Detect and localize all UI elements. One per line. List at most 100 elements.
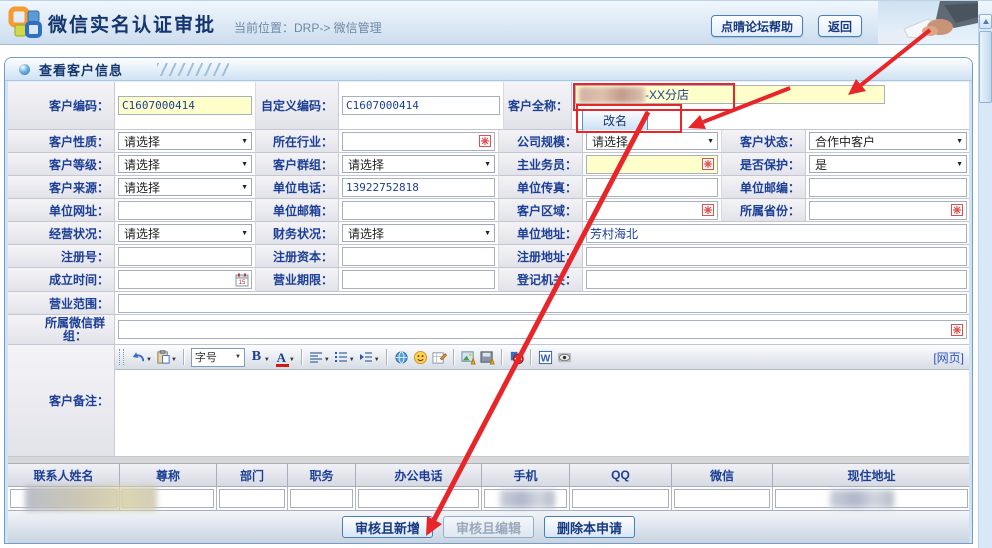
delete-request-button[interactable]: 删除本申请 [544,516,635,538]
contact-name-input[interactable] [10,489,117,508]
reg-capital-input[interactable] [342,247,495,266]
scrollbar-thumb[interactable] [979,31,992,103]
wechat-group-input[interactable] [118,320,967,339]
clear-wechat-group-icon[interactable] [951,324,963,336]
clear-salesman-icon[interactable] [702,158,714,170]
col-qq: QQ [570,463,672,487]
address-label: 单位地址： [499,222,583,245]
handshake-banner-image [878,1,978,44]
reg-number-label: 注册号： [8,245,115,268]
emoticon-icon[interactable] [411,348,430,367]
chevron-down-icon: ▼ [241,230,248,237]
wechat-input[interactable] [674,489,770,508]
province-input[interactable] [809,201,967,220]
industry-input[interactable] [342,132,495,151]
mobile-input[interactable] [484,489,567,508]
col-wechat: 微信 [672,463,773,487]
phone-input[interactable] [342,178,495,197]
reg-authority-input[interactable] [586,270,967,289]
panel-tab-bar: 查看客户信息 [5,58,972,81]
back-button[interactable]: 返回 [818,15,862,37]
custom-code-input[interactable] [342,96,500,115]
financial-status-label: 财务状况： [256,222,339,245]
edit-table-icon[interactable] [430,348,449,367]
chevron-down-icon: ▼ [956,138,963,145]
address-input[interactable] [586,224,967,243]
font-size-select[interactable]: 字号▼ [191,348,245,367]
note-editor-body[interactable] [115,370,969,456]
business-term-input[interactable] [342,270,495,289]
company-scale-label: 公司规模： [499,130,583,153]
reg-number-input[interactable] [118,247,252,266]
company-scale-select[interactable]: 请选择▼ [586,132,718,150]
zipcode-input[interactable] [809,178,967,197]
phone-label: 单位电话： [256,176,339,199]
svg-text:W: W [540,353,550,364]
customer-code-input[interactable] [118,96,252,115]
approve-and-add-button[interactable]: 审核且新增 [342,516,433,538]
approve-and-edit-button: 审核且编辑 [443,516,534,538]
website-input[interactable] [118,201,252,220]
is-protected-select[interactable]: 是▼ [809,155,967,173]
toolbar-separator [501,349,503,365]
chevron-down-icon: ▼ [241,138,248,145]
word-icon[interactable]: W [536,348,555,367]
financial-status-select[interactable]: 请选择▼ [342,224,495,242]
department-input[interactable] [219,489,285,508]
col-office-phone: 办公电话 [356,463,482,487]
footer-button-bar: 审核且新增 审核且编辑 删除本申请 [8,511,969,543]
toolbar-grip [119,349,124,365]
scroll-up-button[interactable] [979,14,992,29]
redacted-name-blur [579,87,645,103]
clear-industry-icon[interactable] [479,135,491,147]
customer-fullname-suffix: -XX分店 [645,86,689,103]
customer-nature-select[interactable]: 请选择▼ [118,132,252,150]
reg-authority-label: 登记机关： [499,268,583,292]
save-html-icon[interactable] [478,348,497,367]
block-icon[interactable] [507,348,526,367]
forum-help-button[interactable]: 点晴论坛帮助 [711,15,803,37]
vertical-scrollbar[interactable] [978,14,992,548]
qq-input[interactable] [572,489,669,508]
chevron-down-icon: ▼ [484,161,491,168]
industry-label: 所在行业： [256,130,339,153]
main-salesman-input[interactable] [586,155,718,174]
customer-level-select[interactable]: 请选择▼ [118,155,252,173]
customer-status-label: 客户状态： [722,130,806,153]
customer-status-select[interactable]: 合作中客户▼ [809,132,967,150]
founding-time-label: 成立时间： [8,268,115,292]
founding-time-input[interactable] [118,270,252,289]
customer-fullname-label: 客户全称： [504,82,572,130]
col-position: 职务 [288,463,356,487]
custom-code-label: 自定义编码： [256,82,339,130]
hyperlink-icon[interactable] [392,348,411,367]
toolbar-separator [183,349,185,365]
region-input[interactable] [586,201,718,220]
col-department: 部门 [217,463,288,487]
clear-province-icon[interactable] [951,204,963,216]
office-phone-input[interactable] [358,489,479,508]
province-label: 所属省份： [722,199,806,222]
reg-capital-label: 注册资本： [256,245,339,268]
region-label: 客户区域： [499,199,583,222]
customer-group-select[interactable]: 请选择▼ [342,155,495,173]
email-input[interactable] [342,201,495,220]
webpage-mode-link[interactable]: [网页] [933,349,964,366]
position-input[interactable] [290,489,353,508]
zipcode-label: 单位邮编： [722,176,806,199]
insert-image-icon[interactable] [459,348,478,367]
operating-status-select[interactable]: 请选择▼ [118,224,252,242]
business-scope-input[interactable] [118,294,967,313]
preview-eye-icon[interactable] [555,348,574,367]
rename-button[interactable]: 改名 [582,109,648,131]
fax-input[interactable] [586,178,718,197]
reg-address-input[interactable] [586,247,967,266]
clear-region-icon[interactable] [702,204,714,216]
customer-source-select[interactable]: 请选择▼ [118,178,252,196]
salutation-input[interactable] [122,489,214,508]
address-contact-input[interactable] [775,489,968,508]
customer-fullname-input[interactable]: -XX分店 [575,85,885,104]
note-editor: ▼ ▼ 字号▼ B▼ A▼ ▼ ▼ ▼ [115,345,969,457]
calendar-icon[interactable]: 15 [235,273,249,287]
website-label: 单位网址： [8,199,115,222]
